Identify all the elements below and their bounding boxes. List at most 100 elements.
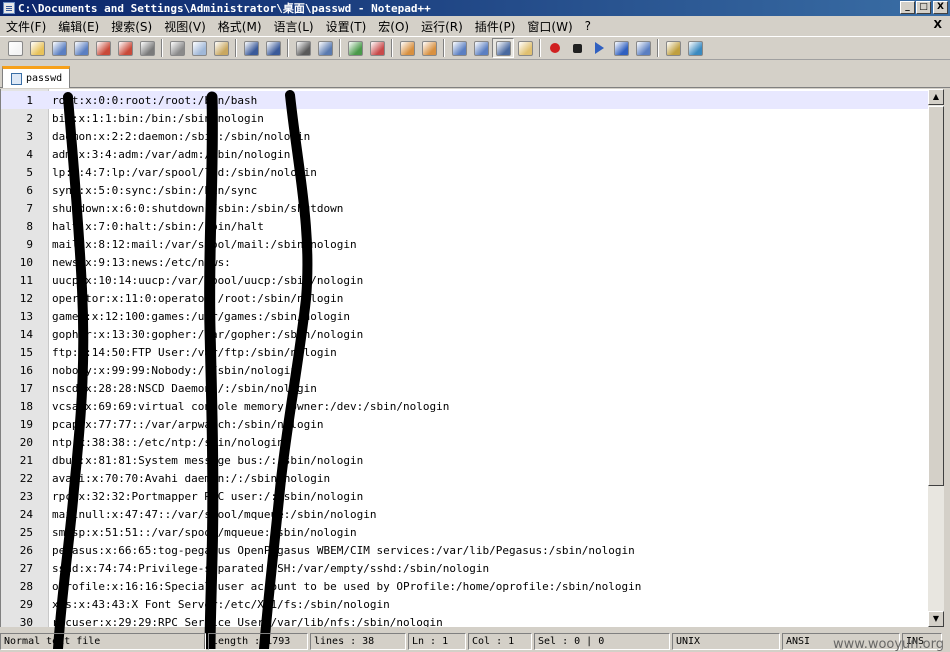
line-number: 7: [26, 201, 33, 215]
menu-item-7[interactable]: 宏(O): [372, 18, 415, 35]
trim-button[interactable]: [662, 38, 684, 58]
menu-item-10[interactable]: 窗口(W): [521, 18, 578, 35]
redo-button[interactable]: [262, 38, 284, 58]
spellcheck-icon: [687, 40, 703, 56]
menu-item-11[interactable]: ?: [579, 19, 597, 33]
line-number: 15: [19, 345, 33, 359]
editor-line[interactable]: 21 dbus:x:81:81:System message bus:/:/sbi…: [1, 451, 928, 469]
editor-line[interactable]: 10 news:x:9:13:news:/etc/news:: [1, 253, 928, 271]
all-chars-button[interactable]: [470, 38, 492, 58]
line-text: sync:x:5:0:sync:/sbin:/bin/sync: [52, 183, 258, 197]
editor-line[interactable]: 13 games:x:12:100:games:/usr/games:/sbin/…: [1, 307, 928, 325]
scroll-down-arrow-icon[interactable]: ▼: [928, 611, 944, 627]
line-text: ntp:x:38:38::/etc/ntp:/sbin/nologin: [52, 435, 284, 449]
editor-line[interactable]: 3 daemon:x:2:2:daemon:/sbin:/sbin/nologin: [1, 127, 928, 145]
editor-line[interactable]: 6 sync:x:5:0:sync:/sbin:/bin/sync: [1, 181, 928, 199]
line-text: nscd:x:28:28:NSCD Daemon:/:/sbin/nologin: [52, 381, 317, 395]
open-file-button[interactable]: [26, 38, 48, 58]
stop-record-button[interactable]: [566, 38, 588, 58]
close-all-button[interactable]: [114, 38, 136, 58]
status-eol: UNIX: [672, 633, 780, 650]
run-multiple-button[interactable]: [610, 38, 632, 58]
scroll-up-arrow-icon[interactable]: ▲: [928, 89, 944, 105]
record-macro-button[interactable]: [544, 38, 566, 58]
menu-item-1[interactable]: 编辑(E): [52, 18, 105, 35]
minimize-button[interactable]: _: [900, 1, 915, 14]
tab-passwd[interactable]: passwd: [2, 66, 70, 88]
find-button[interactable]: [292, 38, 314, 58]
line-number: 8: [26, 219, 33, 233]
editor-line[interactable]: 26 pegasus:x:66:65:tog-pegasus OpenPegasu…: [1, 541, 928, 559]
print-button[interactable]: [136, 38, 158, 58]
editor-line[interactable]: 22 avahi:x:70:70:Avahi daemon:/:/sbin/nol…: [1, 469, 928, 487]
maximize-button[interactable]: □: [916, 1, 931, 14]
editor-line[interactable]: 11 uucp:x:10:14:uucp:/var/spool/uucp:/sbi…: [1, 271, 928, 289]
toolbar-separator: [391, 39, 393, 57]
line-text: adm:x:3:4:adm:/var/adm:/sbin/nologin: [52, 147, 291, 161]
editor-line[interactable]: 7 shutdown:x:6:0:shutdown:/sbin:/sbin/shu…: [1, 199, 928, 217]
menu-item-0[interactable]: 文件(F): [0, 18, 52, 35]
line-number: 19: [19, 417, 33, 431]
editor-line[interactable]: 24 mailnull:x:47:47::/var/spool/mqueue:/s…: [1, 505, 928, 523]
menu-item-3[interactable]: 视图(V): [158, 18, 212, 35]
editor-line[interactable]: 25 smmsp:x:51:51::/var/spool/mqueue:/sbin…: [1, 523, 928, 541]
editor-line[interactable]: 30 rpcuser:x:29:29:RPC Service User:/var/…: [1, 613, 928, 628]
title-bar[interactable]: C:\Documents and Settings\Administrator\…: [0, 0, 950, 16]
editor-line[interactable]: 9 mail:x:8:12:mail:/var/spool/mail:/sbin/…: [1, 235, 928, 253]
save-button[interactable]: [48, 38, 70, 58]
toolbar: [0, 36, 950, 60]
save-macro-button[interactable]: [632, 38, 654, 58]
editor-line[interactable]: 20 ntp:x:38:38::/etc/ntp:/sbin/nologin: [1, 433, 928, 451]
save-all-button[interactable]: [70, 38, 92, 58]
editor-line[interactable]: 29 xfs:x:43:43:X Font Server:/etc/X11/fs:…: [1, 595, 928, 613]
new-file-button[interactable]: [4, 38, 26, 58]
close-button[interactable]: X: [933, 1, 948, 14]
zoom-in-button[interactable]: [344, 38, 366, 58]
play-macro-button[interactable]: [588, 38, 610, 58]
word-wrap-button[interactable]: [448, 38, 470, 58]
copy-button[interactable]: [188, 38, 210, 58]
editor-line[interactable]: 4 adm:x:3:4:adm:/var/adm:/sbin/nologin: [1, 145, 928, 163]
paste-icon: [213, 40, 229, 56]
spellcheck-button[interactable]: [684, 38, 706, 58]
editor-line[interactable]: 1 root:x:0:0:root:/root:/bin/bash: [1, 91, 928, 109]
paste-button[interactable]: [210, 38, 232, 58]
zoom-out-button[interactable]: [366, 38, 388, 58]
scrollbar-thumb[interactable]: [928, 106, 944, 486]
menu-item-9[interactable]: 插件(P): [469, 18, 522, 35]
editor-line[interactable]: 17 nscd:x:28:28:NSCD Daemon:/:/sbin/nolog…: [1, 379, 928, 397]
line-number: 1: [26, 93, 33, 107]
document-close-button[interactable]: X: [934, 18, 942, 31]
editor-line[interactable]: 28 oprofile:x:16:16:Special user account …: [1, 577, 928, 595]
vertical-scrollbar[interactable]: ▲ ▼: [928, 89, 944, 627]
editor-line[interactable]: 14 gopher:x:13:30:gopher:/var/gopher:/sbi…: [1, 325, 928, 343]
editor-line[interactable]: 15 ftp:x:14:50:FTP User:/var/ftp:/sbin/no…: [1, 343, 928, 361]
replace-button[interactable]: [314, 38, 336, 58]
redo-icon: [265, 40, 281, 56]
editor-line[interactable]: 8 halt:x:7:0:halt:/sbin:/sbin/halt: [1, 217, 928, 235]
editor-line[interactable]: 16 nobody:x:99:99:Nobody:/:/sbin/nologin: [1, 361, 928, 379]
editor-line[interactable]: 12 operator:x:11:0:operator:/root:/sbin/n…: [1, 289, 928, 307]
editor-area[interactable]: 1 root:x:0:0:root:/root:/bin/bash 2 bin:x:1…: [0, 89, 928, 627]
editor-line[interactable]: 18 vcsa:x:69:69:virtual console memory ow…: [1, 397, 928, 415]
cut-button[interactable]: [166, 38, 188, 58]
indent-guide-button[interactable]: [492, 38, 514, 58]
menu-item-5[interactable]: 语言(L): [268, 18, 320, 35]
editor-line[interactable]: 23 rpc:x:32:32:Portmapper RPC user:/:/sbi…: [1, 487, 928, 505]
line-text: news:x:9:13:news:/etc/news:: [52, 255, 231, 269]
editor-line[interactable]: 2 bin:x:1:1:bin:/bin:/sbin/nologin: [1, 109, 928, 127]
user-lang-button[interactable]: [514, 38, 536, 58]
menu-item-2[interactable]: 搜索(S): [105, 18, 158, 35]
close-button[interactable]: [92, 38, 114, 58]
menu-item-8[interactable]: 运行(R): [415, 18, 469, 35]
sync-v-button[interactable]: [396, 38, 418, 58]
undo-button[interactable]: [240, 38, 262, 58]
line-text: xfs:x:43:43:X Font Server:/etc/X11/fs:/s…: [52, 597, 390, 611]
editor-line[interactable]: 27 sshd:x:74:74:Privilege-separated SSH:/…: [1, 559, 928, 577]
menu-item-6[interactable]: 设置(T): [320, 18, 373, 35]
sync-h-button[interactable]: [418, 38, 440, 58]
editor-line[interactable]: 5 lp:x:4:7:lp:/var/spool/lpd:/sbin/nologi…: [1, 163, 928, 181]
editor-line[interactable]: 19 pcap:x:77:77::/var/arpwatch:/sbin/nolo…: [1, 415, 928, 433]
menu-item-4[interactable]: 格式(M): [212, 18, 268, 35]
line-text: operator:x:11:0:operator:/root:/sbin/nol…: [52, 291, 344, 305]
